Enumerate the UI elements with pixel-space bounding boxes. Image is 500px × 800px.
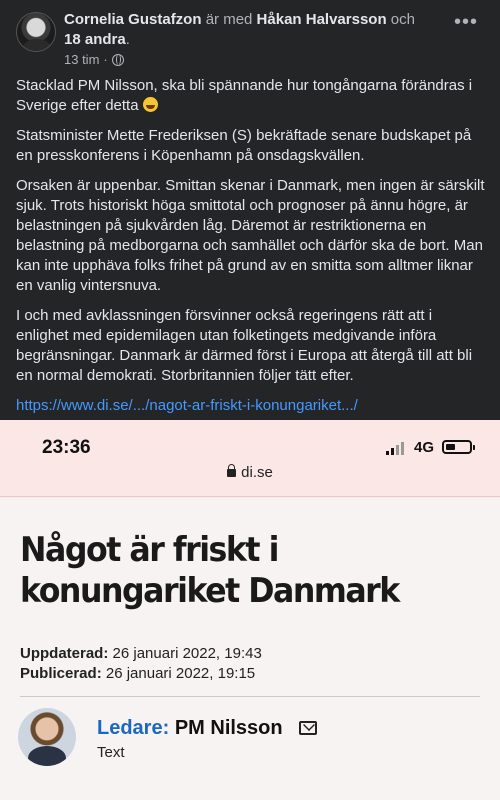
- columnist-avatar: [18, 708, 76, 766]
- battery-icon: [442, 440, 475, 454]
- tagged-person[interactable]: Håkan Halvarsson: [257, 11, 387, 28]
- columnist-byline: Ledare: PM Nilsson: [97, 717, 283, 740]
- lock-icon: [227, 464, 237, 477]
- published-line: Publicerad: 26 januari 2022, 19:15: [20, 665, 256, 682]
- post-paragraph: Stacklad PM Nilsson, ska bli spännande h…: [16, 77, 473, 114]
- facebook-post: Cornelia Gustafzon är med Håkan Halvarss…: [0, 0, 500, 420]
- network-label: 4G: [414, 439, 435, 456]
- attached-screenshot[interactable]: 23:36 4G di.se Något är friskt i konunga…: [0, 420, 500, 800]
- post-paragraph: I och med avklassningen försvinner också…: [16, 307, 473, 384]
- divider: [20, 696, 480, 697]
- article-dates: Uppdaterad: 26 januari 2022, 19:43 Publi…: [20, 644, 262, 684]
- and-text: och: [390, 11, 415, 28]
- post-time[interactable]: 13 tim: [64, 52, 99, 67]
- post-meta: 13 tim ·: [64, 52, 124, 67]
- columnist-role: Text: [97, 744, 125, 761]
- author-avatar[interactable]: [16, 12, 56, 52]
- post-header: Cornelia Gustafzon är med Håkan Halvarss…: [64, 11, 415, 48]
- post-paragraph: Statsminister Mette Frederiksen (S) bekr…: [16, 127, 472, 164]
- divider: [0, 496, 500, 497]
- rofl-emoji-icon: [142, 97, 158, 112]
- tagged-others[interactable]: 18 andra: [64, 31, 126, 48]
- globe-icon: [111, 53, 124, 66]
- post-paragraph: Orsaken är uppenbar. Smittan skenar i Da…: [16, 177, 485, 294]
- post-body: Stacklad PM Nilsson, ska bli spännande h…: [16, 76, 486, 426]
- author-name[interactable]: Cornelia Gustafzon: [64, 11, 202, 28]
- columnist-name: PM Nilsson: [174, 717, 283, 739]
- url-bar: di.se: [0, 464, 500, 498]
- category-label: Ledare:: [97, 717, 170, 739]
- mail-icon: [299, 721, 317, 735]
- article-headline: Något är friskt i konungariket Danmark: [20, 530, 400, 611]
- updated-line: Uppdaterad: 26 januari 2022, 19:43: [20, 645, 262, 662]
- article-link[interactable]: https://www.di.se/.../nagot-ar-friskt-i-…: [16, 397, 358, 414]
- more-options-icon[interactable]: •••: [454, 12, 478, 32]
- with-text: är med: [205, 11, 253, 28]
- status-time: 23:36: [42, 437, 91, 458]
- url-domain: di.se: [241, 464, 273, 481]
- signal-icon: [386, 442, 404, 455]
